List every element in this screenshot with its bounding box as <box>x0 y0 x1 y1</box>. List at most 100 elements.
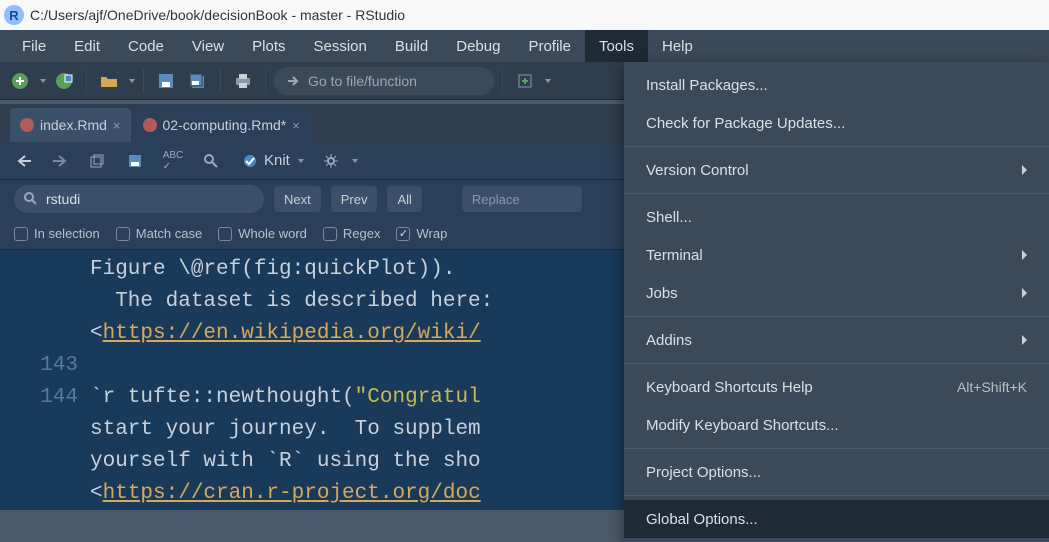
knit-icon <box>242 153 258 169</box>
menu-debug[interactable]: Debug <box>442 30 514 62</box>
new-project-button[interactable] <box>50 67 78 95</box>
menuitem-global-options[interactable]: Global Options... <box>624 500 1049 538</box>
submenu-arrow-icon <box>1022 250 1027 260</box>
menu-tools[interactable]: Tools <box>585 30 648 62</box>
rmd-file-icon <box>20 118 34 132</box>
menu-edit[interactable]: Edit <box>60 30 114 62</box>
line-number: 143 <box>0 350 78 382</box>
goto-arrow-icon <box>286 74 300 88</box>
knit-button[interactable]: Knit <box>234 152 312 169</box>
menuitem-addins[interactable]: Addins <box>624 321 1049 359</box>
titlebar: R C:/Users/ajf/OneDrive/book/decisionBoo… <box>0 0 1049 30</box>
menubar: File Edit Code View Plots Session Build … <box>0 30 1049 62</box>
find-all-button[interactable]: All <box>387 186 421 212</box>
menuitem-terminal[interactable]: Terminal <box>624 236 1049 274</box>
menu-plots[interactable]: Plots <box>238 30 299 62</box>
save-all-button[interactable] <box>184 67 212 95</box>
replace-input[interactable]: Replace <box>462 186 582 212</box>
close-icon[interactable]: × <box>113 118 121 133</box>
divider <box>265 69 266 93</box>
find-input[interactable]: rstudi <box>14 185 264 213</box>
checkbox-icon <box>116 227 130 241</box>
checkbox-label: Regex <box>343 226 381 241</box>
menu-help[interactable]: Help <box>648 30 707 62</box>
shortcut-label: Alt+Shift+K <box>957 379 1027 395</box>
menu-separator <box>624 448 1049 449</box>
menuitem-keyboard-shortcuts-help[interactable]: Keyboard Shortcuts Help Alt+Shift+K <box>624 368 1049 406</box>
chevron-down-icon[interactable] <box>129 79 135 83</box>
divider <box>143 69 144 93</box>
open-file-button[interactable] <box>95 67 123 95</box>
gutter: 143 144 <box>0 250 90 510</box>
window-title: C:/Users/ajf/OneDrive/book/decisionBook … <box>30 7 405 23</box>
settings-button[interactable] <box>316 147 346 175</box>
menu-profile[interactable]: Profile <box>514 30 585 62</box>
menu-view[interactable]: View <box>178 30 238 62</box>
tab-label: index.Rmd <box>40 117 107 133</box>
chevron-down-icon <box>298 159 304 163</box>
checkbox-icon <box>323 227 337 241</box>
checkbox-label: Whole word <box>238 226 307 241</box>
find-replace-button[interactable] <box>196 147 226 175</box>
checkbox-label: In selection <box>34 226 100 241</box>
spellcheck-button[interactable]: ABC✓ <box>158 147 188 175</box>
find-next-button[interactable]: Next <box>274 186 321 212</box>
divider <box>502 69 503 93</box>
tab-02-computing-rmd[interactable]: 02-computing.Rmd* × <box>133 108 310 142</box>
checkbox-checked-icon <box>396 227 410 241</box>
knit-label: Knit <box>264 152 290 169</box>
checkbox-label: Wrap <box>416 226 447 241</box>
menuitem-modify-keyboard-shortcuts[interactable]: Modify Keyboard Shortcuts... <box>624 406 1049 444</box>
save-doc-button[interactable] <box>120 147 150 175</box>
submenu-arrow-icon <box>1022 165 1027 175</box>
forward-button[interactable] <box>44 147 74 175</box>
goto-file-input[interactable]: Go to file/function <box>274 67 494 95</box>
menuitem-shell[interactable]: Shell... <box>624 198 1049 236</box>
menu-separator <box>624 495 1049 496</box>
menu-code[interactable]: Code <box>114 30 178 62</box>
line-number: 144 <box>0 382 78 414</box>
print-button[interactable] <box>229 67 257 95</box>
rstudio-logo-icon: R <box>4 5 24 25</box>
show-in-new-window-button[interactable] <box>82 147 112 175</box>
tab-label: 02-computing.Rmd* <box>163 117 287 133</box>
menu-separator <box>624 193 1049 194</box>
menu-separator <box>624 316 1049 317</box>
in-selection-checkbox[interactable]: In selection <box>14 226 100 241</box>
find-prev-button[interactable]: Prev <box>331 186 378 212</box>
menu-separator <box>624 146 1049 147</box>
submenu-arrow-icon <box>1022 335 1027 345</box>
search-icon <box>24 192 38 206</box>
close-icon[interactable]: × <box>292 118 300 133</box>
find-query-value: rstudi <box>46 191 80 207</box>
divider <box>220 69 221 93</box>
back-button[interactable] <box>10 147 40 175</box>
menu-file[interactable]: File <box>8 30 60 62</box>
menuitem-jobs[interactable]: Jobs <box>624 274 1049 312</box>
menuitem-install-packages[interactable]: Install Packages... <box>624 66 1049 104</box>
whole-word-checkbox[interactable]: Whole word <box>218 226 307 241</box>
rmd-file-icon <box>143 118 157 132</box>
new-file-button[interactable] <box>6 67 34 95</box>
checkbox-label: Match case <box>136 226 202 241</box>
menu-session[interactable]: Session <box>300 30 381 62</box>
tab-index-rmd[interactable]: index.Rmd × <box>10 108 131 142</box>
goto-placeholder: Go to file/function <box>308 73 417 89</box>
match-case-checkbox[interactable]: Match case <box>116 226 202 241</box>
menuitem-version-control[interactable]: Version Control <box>624 151 1049 189</box>
menu-separator <box>624 363 1049 364</box>
tools-dropdown-menu: Install Packages... Check for Package Up… <box>624 62 1049 542</box>
wrap-checkbox[interactable]: Wrap <box>396 226 447 241</box>
chevron-down-icon[interactable] <box>40 79 46 83</box>
submenu-arrow-icon <box>1022 288 1027 298</box>
addins-button[interactable] <box>511 67 539 95</box>
menuitem-check-package-updates[interactable]: Check for Package Updates... <box>624 104 1049 142</box>
regex-checkbox[interactable]: Regex <box>323 226 381 241</box>
menu-build[interactable]: Build <box>381 30 442 62</box>
chevron-down-icon[interactable] <box>352 159 358 163</box>
checkbox-icon <box>14 227 28 241</box>
checkbox-icon <box>218 227 232 241</box>
save-button[interactable] <box>152 67 180 95</box>
menuitem-project-options[interactable]: Project Options... <box>624 453 1049 491</box>
chevron-down-icon[interactable] <box>545 79 551 83</box>
